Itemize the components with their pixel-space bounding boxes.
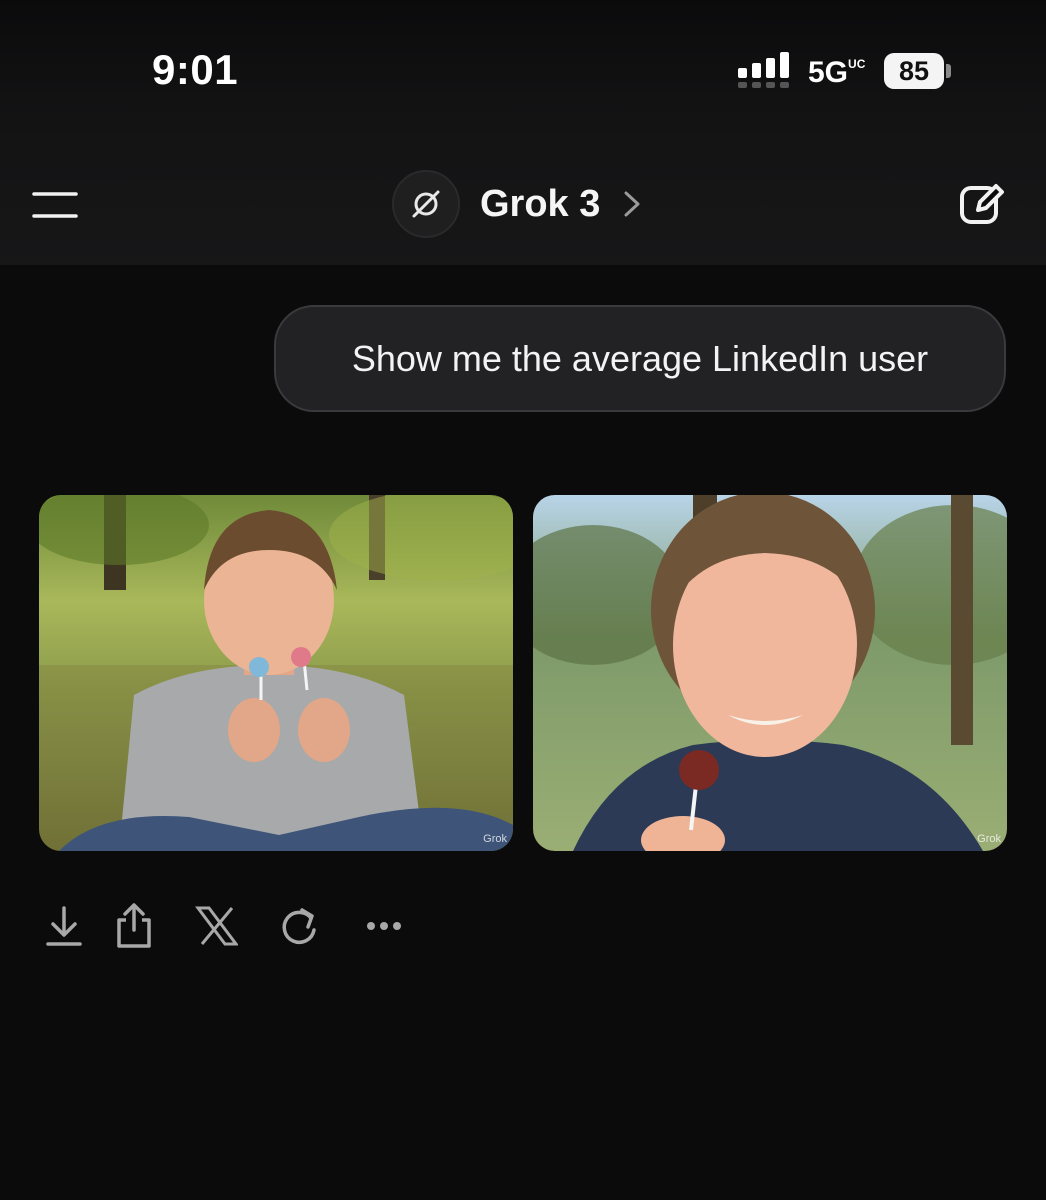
model-selector[interactable]: Grok 3 — [392, 170, 642, 238]
image-1-illustration — [39, 495, 513, 851]
share-icon[interactable] — [114, 902, 158, 950]
regenerate-icon[interactable] — [278, 902, 322, 950]
new-chat-icon[interactable] — [958, 180, 1008, 228]
generated-image-1[interactable]: Grok — [39, 495, 513, 851]
signal-icon — [738, 52, 789, 88]
generated-image-2[interactable]: Grok — [533, 495, 1007, 851]
battery-cap — [946, 64, 951, 78]
chevron-right-icon — [624, 191, 640, 217]
user-message-text: Show me the average LinkedIn user — [351, 337, 929, 379]
user-message-bubble: Show me the average LinkedIn user — [274, 305, 1006, 412]
image-1-watermark: Grok — [483, 833, 507, 845]
image-2-watermark: Grok — [977, 833, 1001, 845]
more-icon[interactable] — [362, 902, 406, 950]
battery-level: 85 — [898, 55, 930, 86]
download-icon[interactable] — [44, 902, 88, 950]
x-logo-icon[interactable] — [194, 902, 238, 950]
image-2-illustration — [533, 495, 1007, 851]
grok-logo-icon — [392, 170, 460, 238]
menu-icon[interactable] — [32, 188, 78, 222]
battery-icon: 85 — [884, 53, 944, 89]
status-time: 9:01 — [152, 46, 239, 93]
model-name: Grok 3 — [480, 182, 601, 225]
network-indicator: 5GUC — [808, 56, 866, 89]
